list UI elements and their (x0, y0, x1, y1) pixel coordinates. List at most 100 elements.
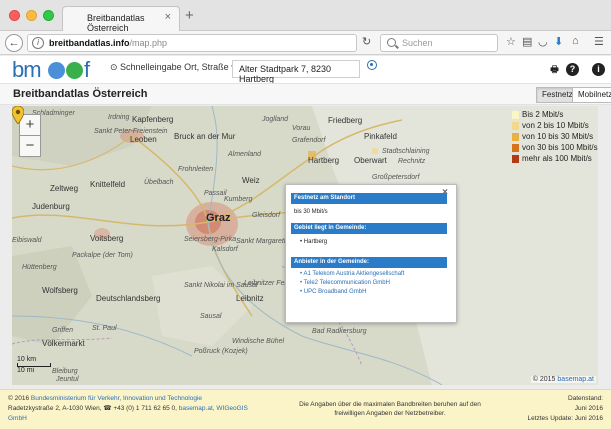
footer-left: © 2016 Bundesministerium für Verkehr, In… (8, 395, 248, 422)
zoom-out-button[interactable]: − (19, 135, 41, 157)
map-place-label: Knittelfeld (90, 180, 126, 189)
info-icon[interactable]: i (32, 37, 44, 49)
window-minimize-button[interactable] (26, 10, 37, 21)
home-icon[interactable]: ⌂ (572, 35, 579, 47)
menu-icon[interactable]: ☰ (594, 35, 604, 48)
logo-f: f (84, 57, 91, 82)
gmbh-link[interactable]: GmbH (8, 415, 27, 422)
map-place-label: Graz (206, 212, 231, 224)
map-attribution: © 2015 basemap.at (530, 376, 596, 383)
map-place-label: Judenburg (32, 202, 70, 211)
bookmark-star-icon[interactable]: ☆ (506, 35, 516, 48)
map-place-label: Packalpe (der Tom) (72, 252, 133, 259)
legend-row-1: von 2 bis 10 Mbit/s (512, 121, 596, 131)
legend-swatch (512, 133, 519, 141)
browser-search-input[interactable]: Suchen (380, 34, 498, 52)
legend-label: mehr als 100 Mbit/s (522, 154, 592, 163)
window-zoom-button[interactable] (43, 10, 54, 21)
map-place-label: Kalsdorf (212, 246, 238, 253)
browser-tab[interactable]: Breitbandatlas Österreich × (62, 6, 180, 33)
attribution-link[interactable]: basemap.at (557, 376, 594, 383)
address-input[interactable]: Alter Stadtpark 7, 8230 Hartberg (232, 60, 360, 84)
basemap-link[interactable]: basemap.at, (179, 405, 215, 412)
reload-icon[interactable]: ↻ (362, 35, 371, 48)
info-button[interactable]: i (592, 63, 605, 76)
map-place-label: Zeltweg (50, 184, 79, 193)
url-bar[interactable]: i breitbandatlas.info/map.php (27, 34, 357, 52)
legend-swatch (512, 155, 519, 163)
map-place-label: Kumberg (224, 196, 253, 203)
legend-swatch (512, 122, 519, 130)
footer-right: Datenstand: Juni 2016 Letztes Update: Ju… (527, 395, 603, 422)
quick-input-dropdown[interactable]: ⊙ Schnelleingabe Ort, Straße ▾ (110, 62, 236, 73)
map-place-label: Völkermarkt (42, 339, 85, 348)
map-place-label: Vorau (292, 125, 311, 132)
scale-mi: 10 mi (17, 367, 35, 374)
tab-close-icon[interactable]: × (165, 11, 171, 23)
browser-tab-bar: Breitbandatlas Österreich × + (0, 0, 611, 33)
wigeogis-link[interactable]: WIGeoGIS (216, 405, 247, 412)
browser-nav-bar: ← i breitbandatlas.info/map.php ↻ Suchen… (0, 31, 611, 55)
map-place-label: Rechnitz (398, 158, 426, 165)
legend-label: von 2 bis 10 Mbit/s (522, 121, 589, 130)
map-place-label: Voitsberg (90, 234, 124, 243)
legend-swatch (512, 144, 519, 152)
pocket-icon[interactable]: ◡ (538, 35, 548, 48)
legend-row-2: von 10 bis 30 Mbit/s (512, 132, 596, 142)
title-bar: Breitbandatlas Österreich Festnetz Mobil… (0, 83, 611, 105)
logo-v-icon (48, 62, 65, 79)
provider-link[interactable]: • UPC Broadband GmbH (300, 289, 366, 295)
map-place-label: Leoben (130, 135, 157, 144)
map-place-label: Stadtschlaining (382, 148, 430, 155)
search-icon (387, 38, 396, 47)
phone-icon: ☎ (103, 405, 112, 412)
site-header: bm f ⊙ Schnelleingabe Ort, Straße ▾ Alte… (0, 56, 611, 84)
page-title: Breitbandatlas Österreich (13, 88, 148, 100)
map-place-label: Friedberg (328, 116, 363, 125)
reading-list-icon[interactable]: ▤ (522, 35, 532, 48)
map-place-label: Kapfenberg (132, 115, 174, 124)
map-place-label: Weiz (242, 176, 260, 185)
map-place-label: Gleisdorf (252, 212, 281, 219)
legend-label: von 10 bis 30 Mbit/s (522, 132, 594, 141)
help-button[interactable]: ? (566, 63, 579, 76)
map-place-label: Frohnleiten (178, 166, 214, 173)
scale-bar: 10 km 10 mi (17, 356, 51, 374)
print-button[interactable]: 🖶 (546, 61, 563, 78)
map-legend: Bis 2 Mbit/s von 2 bis 10 Mbit/s von 10 … (512, 110, 598, 165)
footer-disclaimer: Die Angaben über die maximalen Bandbreit… (299, 401, 481, 417)
map-place-label: Übelbach (144, 179, 174, 186)
legend-row-0: Bis 2 Mbit/s (512, 110, 596, 120)
map-place-label: St. Paul (92, 325, 117, 332)
map-place-label: Seiersberg-Pirka (184, 236, 237, 243)
map-place-label: Irdning (108, 114, 130, 121)
provider-link[interactable]: • Tele2 Telecommunication GmbH (300, 280, 390, 286)
legend-row-4: mehr als 100 Mbit/s (512, 154, 596, 164)
map-place-label: Windische Bühel (232, 338, 285, 345)
location-marker-icon[interactable] (12, 106, 24, 124)
toggle-mobilnetz[interactable]: Mobilnetz (572, 87, 611, 103)
download-icon[interactable]: ⬇ (554, 35, 563, 48)
map-place-label: Hartberg (308, 156, 340, 165)
legend-label: Bis 2 Mbit/s (522, 110, 564, 119)
new-tab-button[interactable]: + (185, 7, 194, 24)
scale-km: 10 km (17, 356, 37, 363)
map-place-label: Joglland (262, 116, 289, 123)
map-place-label: Leibnitz (236, 294, 264, 303)
map-place-label: Wolfsberg (42, 286, 78, 295)
window-close-button[interactable] (9, 10, 20, 21)
legend-label: von 30 bis 100 Mbit/s (522, 143, 598, 152)
map-place-label: Deutschlandsberg (96, 294, 161, 303)
legend-swatch (512, 111, 519, 119)
locate-icon[interactable] (367, 60, 377, 70)
provider-link[interactable]: • A1 Telekom Austria Aktiengesellschaft (300, 271, 404, 277)
back-button[interactable]: ← (5, 34, 23, 52)
map-place-label: Bruck an der Mur (174, 132, 236, 141)
ministry-link[interactable]: Bundesministerium für Verkehr, Innovatio… (31, 395, 202, 402)
logo[interactable]: bm (12, 57, 42, 83)
popup-section-anbieter: Anbieter in der Gemeinde: (291, 257, 447, 268)
map-place-label: Griffen (52, 327, 74, 334)
map-place-label: Sankt Peter-Freienstein (94, 128, 168, 135)
map-place-label: Pinkafeld (364, 132, 397, 141)
search-placeholder: Suchen (402, 38, 433, 48)
